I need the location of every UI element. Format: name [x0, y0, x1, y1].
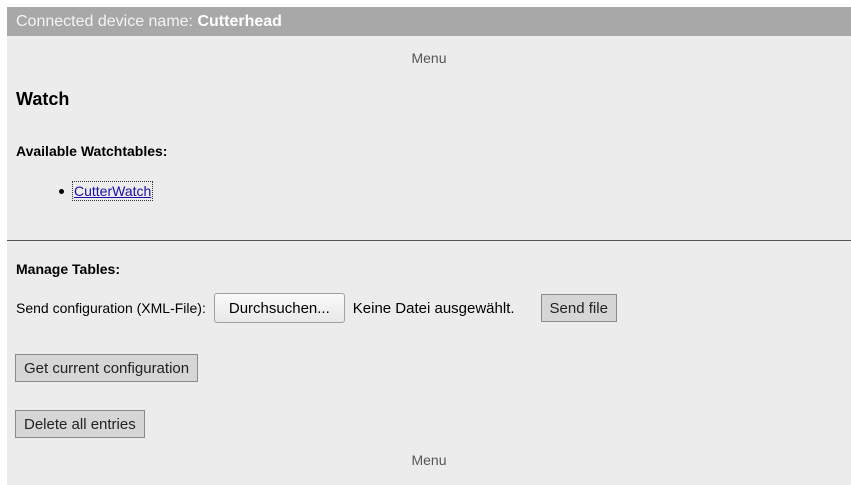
device-name-label: Connected device name: — [16, 13, 193, 30]
browse-file-button[interactable]: Durchsuchen... — [213, 293, 345, 323]
send-file-button[interactable]: Send file — [540, 294, 617, 322]
delete-all-entries-button[interactable]: Delete all entries — [15, 410, 145, 438]
manage-tables-heading: Manage Tables: — [16, 261, 120, 277]
device-name-bar: Connected device name: Cutterhead — [7, 7, 851, 36]
device-name-value: Cutterhead — [197, 13, 282, 30]
file-status-text: Keine Datei ausgewählt. — [352, 299, 515, 317]
send-configuration-row: Send configuration (XML-File): Durchsuch… — [16, 291, 617, 325]
get-current-configuration-button[interactable]: Get current configuration — [15, 354, 199, 382]
section-divider — [7, 240, 851, 241]
menu-link-top[interactable]: Menu — [7, 50, 851, 66]
watchtable-list: CutterWatch — [57, 181, 154, 201]
send-configuration-label: Send configuration (XML-File): — [16, 300, 206, 316]
page-title: Watch — [16, 89, 70, 109]
bullet-icon — [59, 189, 64, 194]
menu-link-bottom[interactable]: Menu — [7, 452, 851, 468]
available-watchtables-heading: Available Watchtables: — [16, 143, 168, 159]
list-item: CutterWatch — [57, 181, 154, 201]
watchtable-link-cutterwatch[interactable]: CutterWatch — [71, 181, 154, 201]
page-container: Connected device name: Cutterhead Menu W… — [7, 7, 851, 485]
